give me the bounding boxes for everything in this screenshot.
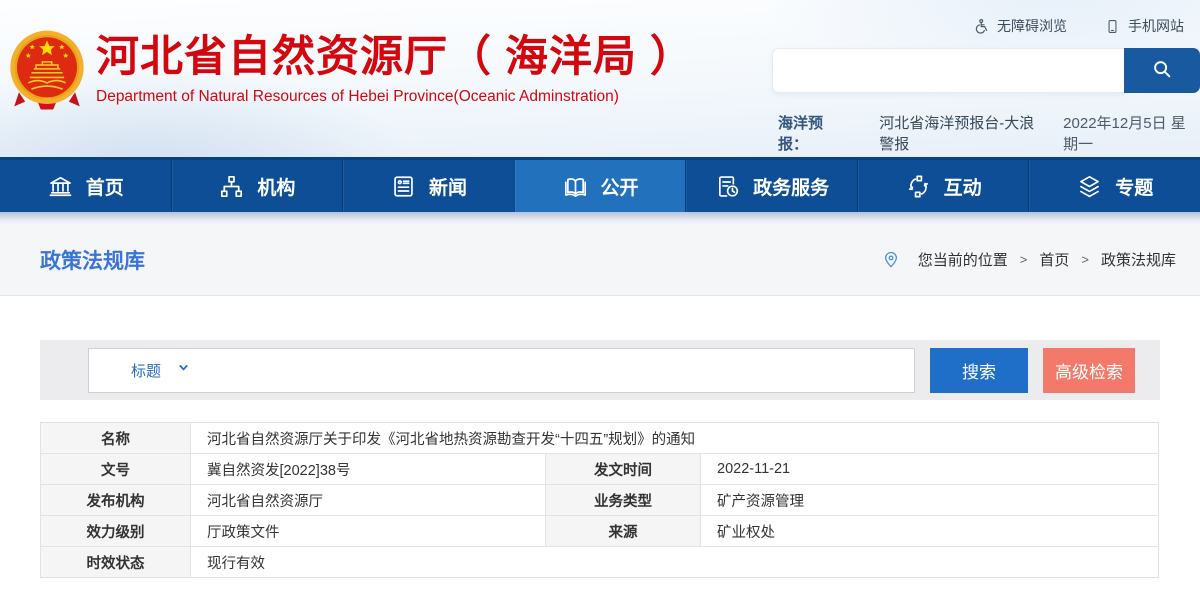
site-subtitle: Department of Natural Resources of Hebei… <box>96 88 694 106</box>
brand-text: 河北省自然资源厅（ 海洋局 ） Department of Natural Re… <box>96 28 694 106</box>
level-value: 厅政策文件 <box>191 516 546 547</box>
nav-item-label: 公开 <box>601 173 639 200</box>
header-search <box>772 48 1200 93</box>
breadcrumb: 您当前的位置 > 首页 > 政策法规库 <box>882 249 1176 270</box>
nav-item-org[interactable]: 机构 <box>171 160 343 212</box>
ocean-forecast-bar: 海洋预报： 河北省海洋预报台-大浪警报 2022年12月5日 星期一 <box>778 112 1200 154</box>
status-value: 现行有效 <box>191 547 1159 578</box>
table-row-name: 名称 河北省自然资源厅关于印发《河北省地热资源勘查开发“十四五”规划》的通知 <box>41 423 1159 454</box>
national-emblem-logo <box>8 28 86 121</box>
site-search-input[interactable] <box>772 48 1124 93</box>
table-row-agency: 发布机构 河北省自然资源厅 业务类型 矿产资源管理 <box>41 485 1159 516</box>
issue-date-label: 发文时间 <box>546 454 701 485</box>
page: 无障碍浏览 手机网站 <box>0 0 1200 598</box>
accessibility-icon <box>972 18 989 35</box>
site-header: 无障碍浏览 手机网站 <box>0 0 1200 157</box>
nav-item-services[interactable]: 政务服务 <box>685 160 857 212</box>
query-bar: 标题 <box>88 348 915 393</box>
mobile-site-label: 手机网站 <box>1128 16 1184 36</box>
location-pin-icon <box>882 251 906 269</box>
doc-no-label: 文号 <box>41 454 191 485</box>
source-value: 矿业权处 <box>701 516 1159 547</box>
open-book-icon <box>562 173 589 200</box>
site-search-button[interactable] <box>1124 48 1200 93</box>
source-label: 来源 <box>546 516 701 547</box>
name-label: 名称 <box>41 423 191 454</box>
doc-no-value: 冀自然资发[2022]38号 <box>191 454 546 485</box>
mobile-phone-icon <box>1105 18 1120 35</box>
policy-search-form: 标题 搜索 高级检索 <box>40 340 1160 400</box>
nav-item-label: 专题 <box>1115 173 1153 200</box>
nav-item-interaction[interactable]: 互动 <box>857 160 1029 212</box>
search-field-select[interactable]: 标题 <box>89 349 208 392</box>
nav-item-home[interactable]: 首页 <box>0 160 171 212</box>
page-title-bar: 政策法规库 您当前的位置 > 首页 > 政策法规库 <box>0 224 1200 296</box>
chevron-down-icon <box>177 361 190 379</box>
breadcrumb-prefix: 您当前的位置 <box>918 249 1008 270</box>
advanced-search-button[interactable]: 高级检索 <box>1043 348 1135 393</box>
nav-item-label: 互动 <box>944 173 982 200</box>
accessibility-link[interactable]: 无障碍浏览 <box>972 16 1067 36</box>
agency-label: 发布机构 <box>41 485 191 516</box>
mobile-site-link[interactable]: 手机网站 <box>1105 16 1184 36</box>
site-title: 河北省自然资源厅（ 海洋局 ） <box>96 34 694 81</box>
issue-date-value: 2022-11-21 <box>701 454 1159 485</box>
breadcrumb-separator: > <box>1081 252 1089 267</box>
nav-item-label: 首页 <box>86 173 124 200</box>
biz-type-value: 矿产资源管理 <box>701 485 1159 516</box>
doc-clock-icon <box>714 173 741 200</box>
name-value: 河北省自然资源厅关于印发《河北省地热资源勘查开发“十四五”规划》的通知 <box>191 423 1159 454</box>
nav-item-label: 机构 <box>257 173 295 200</box>
nav-item-label: 政务服务 <box>753 173 829 200</box>
main-nav: 首页 机构 新闻 <box>0 157 1200 212</box>
site-brand: 河北省自然资源厅（ 海洋局 ） Department of Natural Re… <box>8 28 694 121</box>
agency-value: 河北省自然资源厅 <box>191 485 546 516</box>
search-button[interactable]: 搜索 <box>930 348 1028 393</box>
nav-item-topics[interactable]: 专题 <box>1028 160 1200 212</box>
layers-icon <box>1076 173 1103 200</box>
table-row-level: 效力级别 厅政策文件 来源 矿业权处 <box>41 516 1159 547</box>
bank-icon <box>47 173 74 200</box>
table-row-docno: 文号 冀自然资发[2022]38号 发文时间 2022-11-21 <box>41 454 1159 485</box>
header-utility-links: 无障碍浏览 手机网站 <box>972 16 1184 36</box>
forecast-value[interactable]: 河北省海洋预报台-大浪警报 <box>879 112 1045 154</box>
page-title: 政策法规库 <box>40 245 145 275</box>
org-chart-icon <box>218 173 245 200</box>
nav-shadow-strip <box>0 212 1200 224</box>
keyword-input[interactable] <box>208 349 914 392</box>
breadcrumb-home[interactable]: 首页 <box>1039 249 1069 270</box>
biz-type-label: 业务类型 <box>546 485 701 516</box>
nav-item-label: 新闻 <box>429 173 467 200</box>
nav-item-news[interactable]: 新闻 <box>342 160 514 212</box>
search-field-selected-value: 标题 <box>131 360 161 381</box>
policy-detail-table: 名称 河北省自然资源厅关于印发《河北省地热资源勘查开发“十四五”规划》的通知 文… <box>40 422 1159 578</box>
news-icon <box>390 173 417 200</box>
breadcrumb-current: 政策法规库 <box>1101 249 1176 270</box>
search-icon <box>1151 58 1173 83</box>
sync-icon <box>905 173 932 200</box>
level-label: 效力级别 <box>41 516 191 547</box>
status-label: 时效状态 <box>41 547 191 578</box>
accessibility-label: 无障碍浏览 <box>997 16 1067 36</box>
forecast-label: 海洋预报： <box>778 112 845 154</box>
breadcrumb-separator: > <box>1020 252 1028 267</box>
forecast-date: 2022年12月5日 星期一 <box>1063 112 1200 154</box>
table-row-status: 时效状态 现行有效 <box>41 547 1159 578</box>
nav-item-disclosure[interactable]: 公开 <box>514 160 686 212</box>
